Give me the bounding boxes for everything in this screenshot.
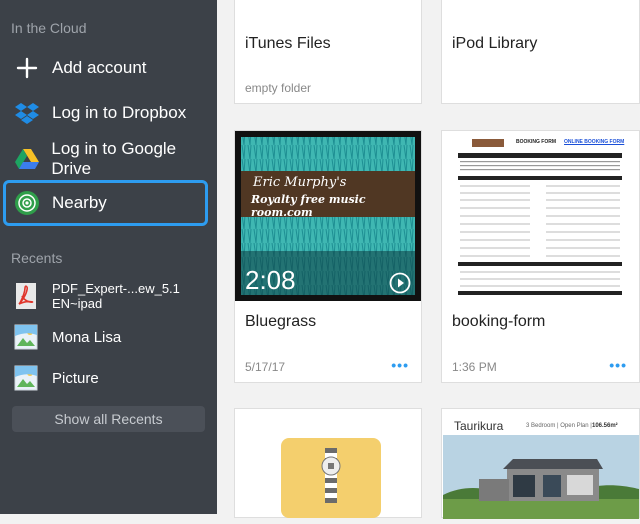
video-duration: 2:08 (245, 265, 296, 295)
in-the-cloud-heading: In the Cloud (11, 20, 87, 36)
sidebar-item-label: Log in to Dropbox (52, 103, 187, 122)
file-tile-ipod-library[interactable]: iPod Library (441, 0, 640, 104)
file-date: 1:36 PM (452, 360, 497, 374)
more-options-icon[interactable]: ••• (609, 357, 627, 373)
doc-link: ONLINE BOOKING FORM (564, 139, 625, 145)
sidebar: In the Cloud Add account Log in to Dropb… (0, 0, 217, 514)
file-name: iPod Library (452, 35, 538, 52)
thumbnail-subtitle: Royalty free music room.com (251, 193, 366, 219)
sidebar-item-nearby[interactable]: Nearby (3, 180, 208, 226)
file-date: 5/17/17 (245, 360, 286, 374)
doc-brand: Taurikura (454, 419, 504, 433)
sidebar-item-dropbox[interactable]: Log in to Dropbox (0, 93, 217, 133)
file-tile-zip-archive[interactable] (234, 408, 422, 518)
dropbox-icon (12, 98, 42, 128)
file-tile-booking-form[interactable]: BOOKING FORM ONLINE BOOKING FORM booking… (441, 130, 640, 383)
file-subtitle: empty folder (245, 81, 312, 95)
recent-item-picture[interactable]: Picture (0, 361, 217, 395)
plus-icon (12, 53, 42, 83)
recent-item-label: Picture (52, 369, 99, 387)
document-thumbnail: BOOKING FORM ONLINE BOOKING FORM (442, 131, 639, 303)
sidebar-item-add-account[interactable]: Add account (0, 48, 217, 88)
thumbnail-title: Eric Murphy's (253, 175, 347, 190)
sidebar-item-label: Nearby (52, 193, 107, 212)
image-icon (14, 324, 38, 350)
sidebar-item-label: Add account (52, 58, 147, 77)
pdf-icon (14, 283, 38, 309)
doc-spec: 3 Bedroom | Open Plan | (526, 423, 592, 429)
file-name: Bluegrass (245, 313, 317, 330)
file-name: booking-form (452, 313, 546, 330)
doc-header: BOOKING FORM (516, 139, 556, 145)
nearby-radar-icon (12, 188, 42, 218)
sidebar-item-google-drive[interactable]: Log in to Google Drive (0, 139, 217, 179)
video-thumbnail: Eric Murphy's Royalty free music room.co… (235, 131, 421, 301)
file-name: iTunes Files (245, 35, 331, 52)
recent-item-label: PDF_Expert-...ew_5.1 EN~ipad (52, 281, 180, 311)
doc-area: 106.56m² (592, 423, 618, 429)
house-rendering (443, 435, 639, 519)
recent-item-mona-lisa[interactable]: Mona Lisa (0, 320, 217, 354)
google-drive-icon (12, 144, 41, 174)
play-icon[interactable] (389, 272, 411, 299)
file-tile-taurikura[interactable]: Taurikura 3 Bedroom | Open Plan | 106.56… (441, 408, 640, 519)
zip-archive-icon (281, 438, 381, 523)
sidebar-item-label: Log in to Google Drive (51, 139, 177, 178)
more-options-icon[interactable]: ••• (391, 357, 409, 373)
recent-item-label: Mona Lisa (52, 328, 122, 346)
image-icon (14, 365, 38, 391)
recents-heading: Recents (11, 250, 63, 266)
file-tile-bluegrass[interactable]: Eric Murphy's Royalty free music room.co… (234, 130, 422, 383)
show-all-recents-button[interactable]: Show all Recents (12, 406, 205, 432)
recent-item-pdf-expert[interactable]: PDF_Expert-...ew_5.1 EN~ipad (0, 279, 217, 313)
file-tile-itunes-files[interactable]: iTunes Files empty folder (234, 0, 422, 104)
